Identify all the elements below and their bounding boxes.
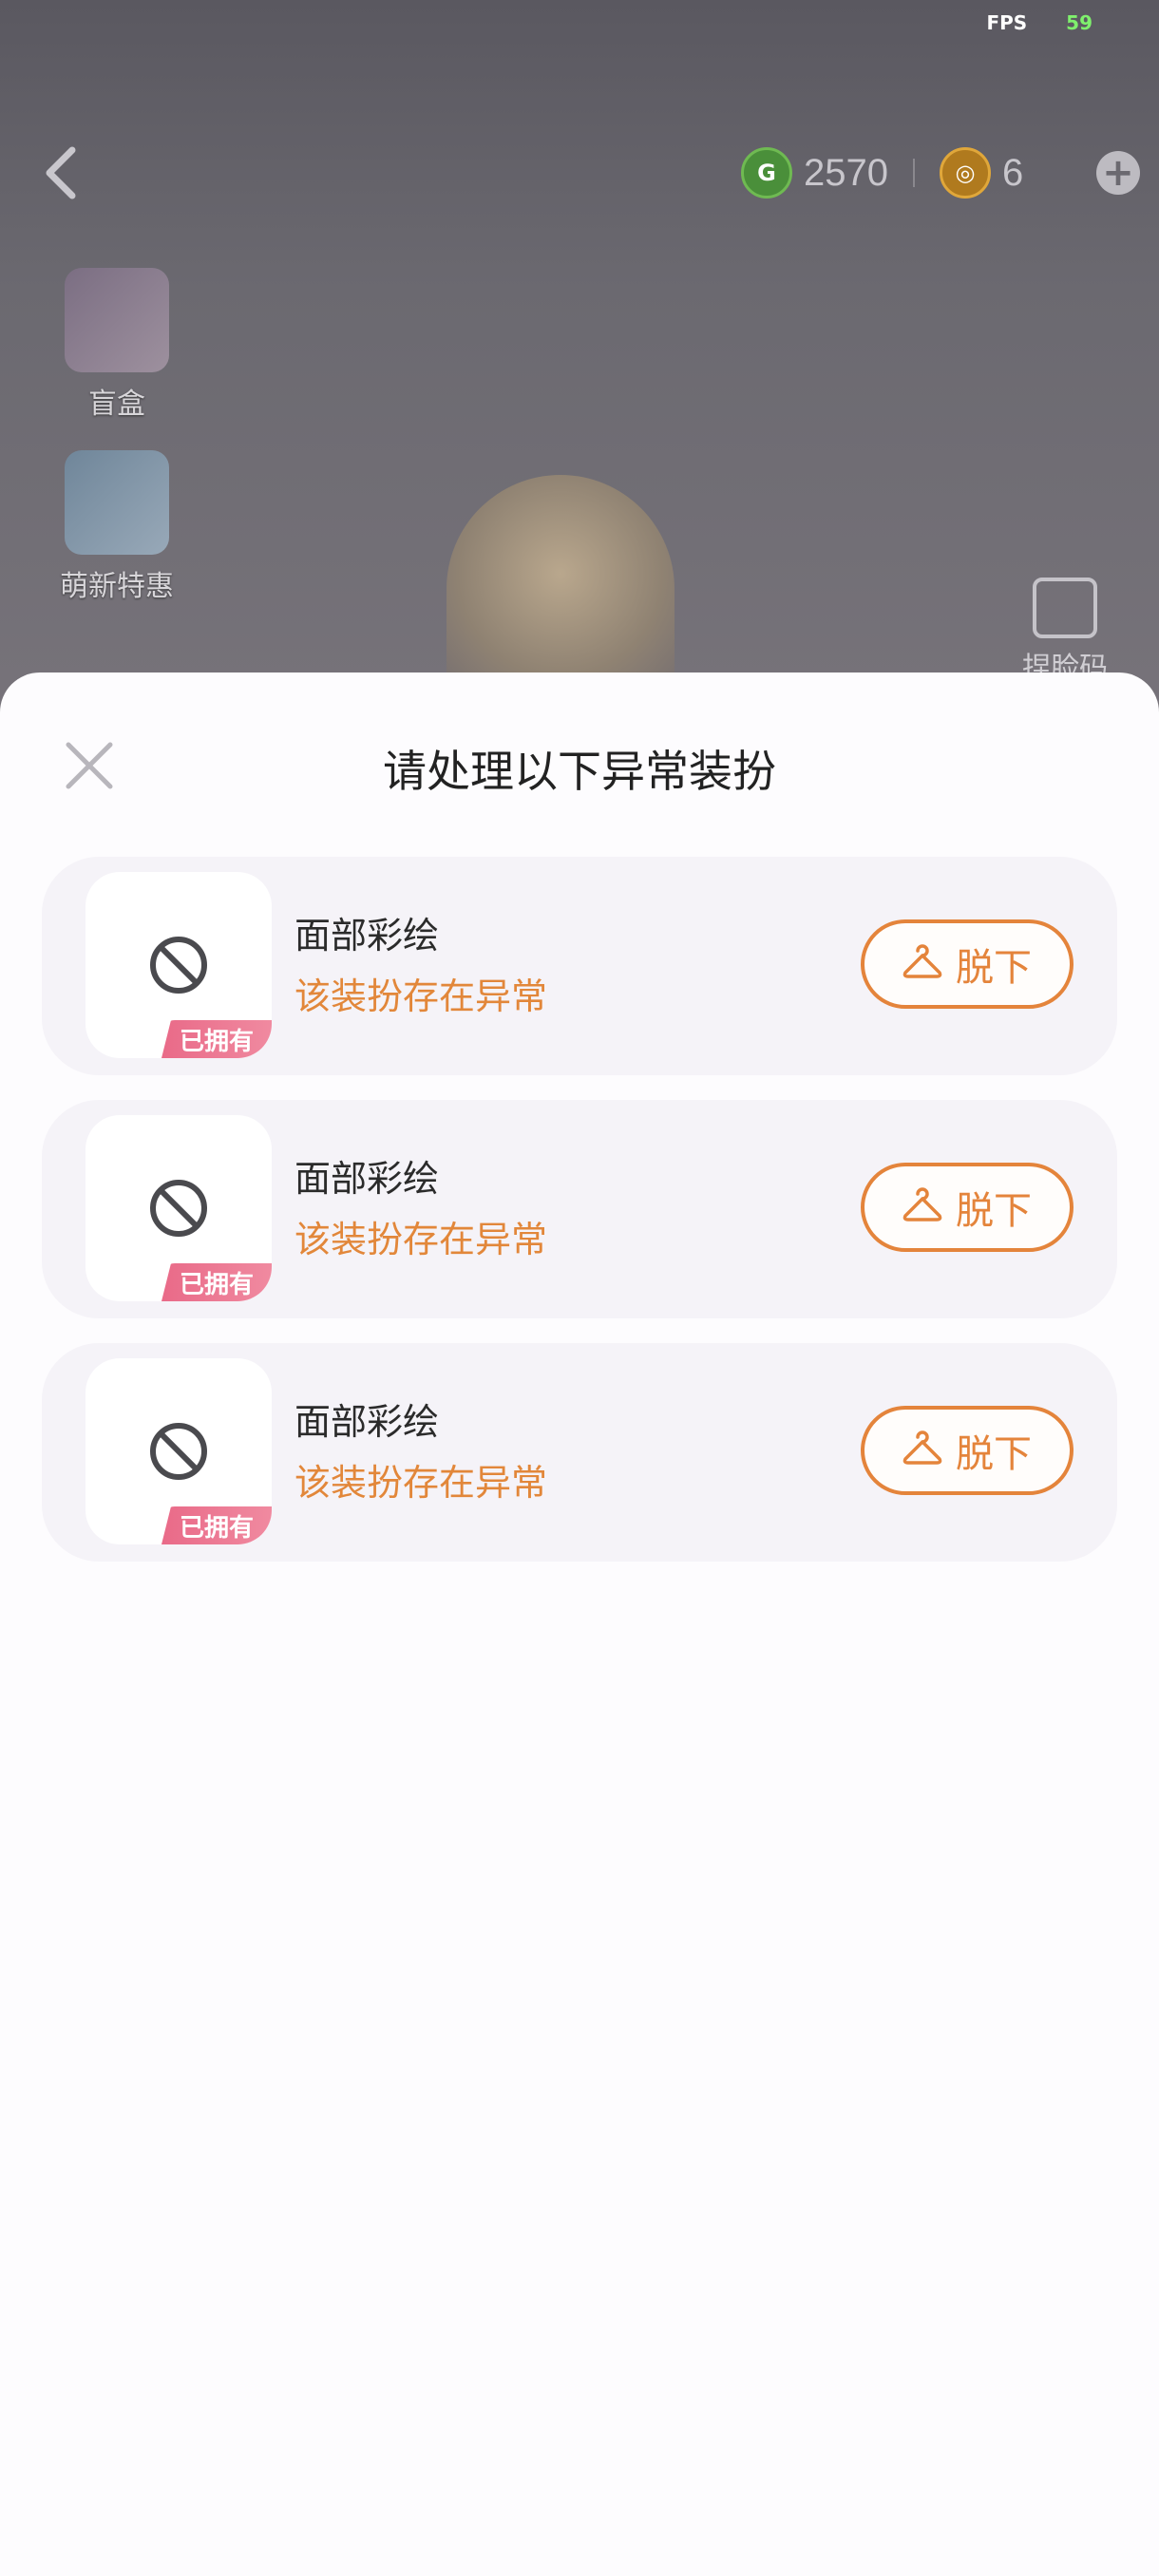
take-off-button[interactable]: 脱下 — [861, 1163, 1074, 1252]
take-off-label: 脱下 — [956, 1189, 1032, 1233]
outfit-card: 已拥有 面部彩绘 该装扮存在异常 脱下 — [42, 1100, 1117, 1318]
add-currency-button[interactable]: + — [1096, 151, 1140, 195]
outfit-status: 该装扮存在异常 — [294, 975, 548, 1017]
sidebar-item-label: 萌新特惠 — [60, 570, 174, 603]
hanger-icon — [902, 1187, 942, 1222]
fps-label: FPS — [986, 11, 1028, 34]
gold-coin-count: 6 — [1001, 151, 1024, 194]
take-off-label: 脱下 — [956, 946, 1032, 990]
game-background: FPS 59 G 2570 ◎ 6 + 盲盒 萌新特惠 捏脸码 — [0, 0, 1159, 722]
currency-bar: G 2570 ◎ 6 + — [741, 142, 1140, 203]
owned-badge: 已拥有 — [162, 1263, 272, 1301]
outfit-thumbnail: 已拥有 — [86, 1358, 272, 1544]
take-off-button[interactable]: 脱下 — [861, 919, 1074, 1009]
chevron-left-icon — [46, 146, 76, 199]
outfit-card: 已拥有 面部彩绘 该装扮存在异常 脱下 — [42, 857, 1117, 1075]
fps-counter: FPS 59 — [986, 11, 1092, 34]
sidebar-item-newbie-offer[interactable]: 萌新特惠 — [38, 450, 196, 604]
dialog-title: 请处理以下异常装扮 — [383, 746, 776, 797]
owned-badge: 已拥有 — [162, 1020, 272, 1058]
outfit-name: 面部彩绘 — [294, 1401, 440, 1443]
currency-divider — [912, 159, 915, 187]
back-button[interactable] — [42, 144, 80, 201]
outfit-status: 该装扮存在异常 — [294, 1219, 548, 1260]
hanger-icon — [902, 1430, 942, 1465]
g-coin-count: 2570 — [804, 151, 888, 194]
outfit-thumbnail: 已拥有 — [86, 1115, 272, 1301]
abnormal-outfit-dialog: 请处理以下异常装扮 已拥有 面部彩绘 该装扮存在异常 脱下 已拥有 面部彩绘 该… — [0, 672, 1159, 2576]
outfit-name: 面部彩绘 — [294, 915, 440, 957]
gold-coin-icon: ◎ — [939, 147, 991, 199]
sidebar-item-blind-box[interactable]: 盲盒 — [38, 268, 196, 422]
outfit-status: 该装扮存在异常 — [294, 1462, 548, 1504]
face-code-button[interactable]: 捏脸码 — [994, 578, 1136, 686]
blind-box-icon — [65, 268, 169, 372]
prohibited-icon — [150, 1423, 207, 1480]
face-code-icon — [1033, 578, 1097, 638]
outfit-name: 面部彩绘 — [294, 1158, 440, 1200]
take-off-label: 脱下 — [956, 1432, 1032, 1476]
g-coin-icon: G — [741, 147, 792, 199]
prohibited-icon — [150, 1180, 207, 1237]
fps-value: 59 — [1066, 11, 1092, 34]
prohibited-icon — [150, 937, 207, 994]
take-off-button[interactable]: 脱下 — [861, 1406, 1074, 1495]
owned-badge: 已拥有 — [162, 1506, 272, 1544]
outfit-card: 已拥有 面部彩绘 该装扮存在异常 脱下 — [42, 1343, 1117, 1562]
hanger-icon — [902, 944, 942, 978]
sidebar-item-label: 盲盒 — [88, 388, 145, 421]
newbie-offer-icon — [65, 450, 169, 555]
outfit-thumbnail: 已拥有 — [86, 872, 272, 1058]
